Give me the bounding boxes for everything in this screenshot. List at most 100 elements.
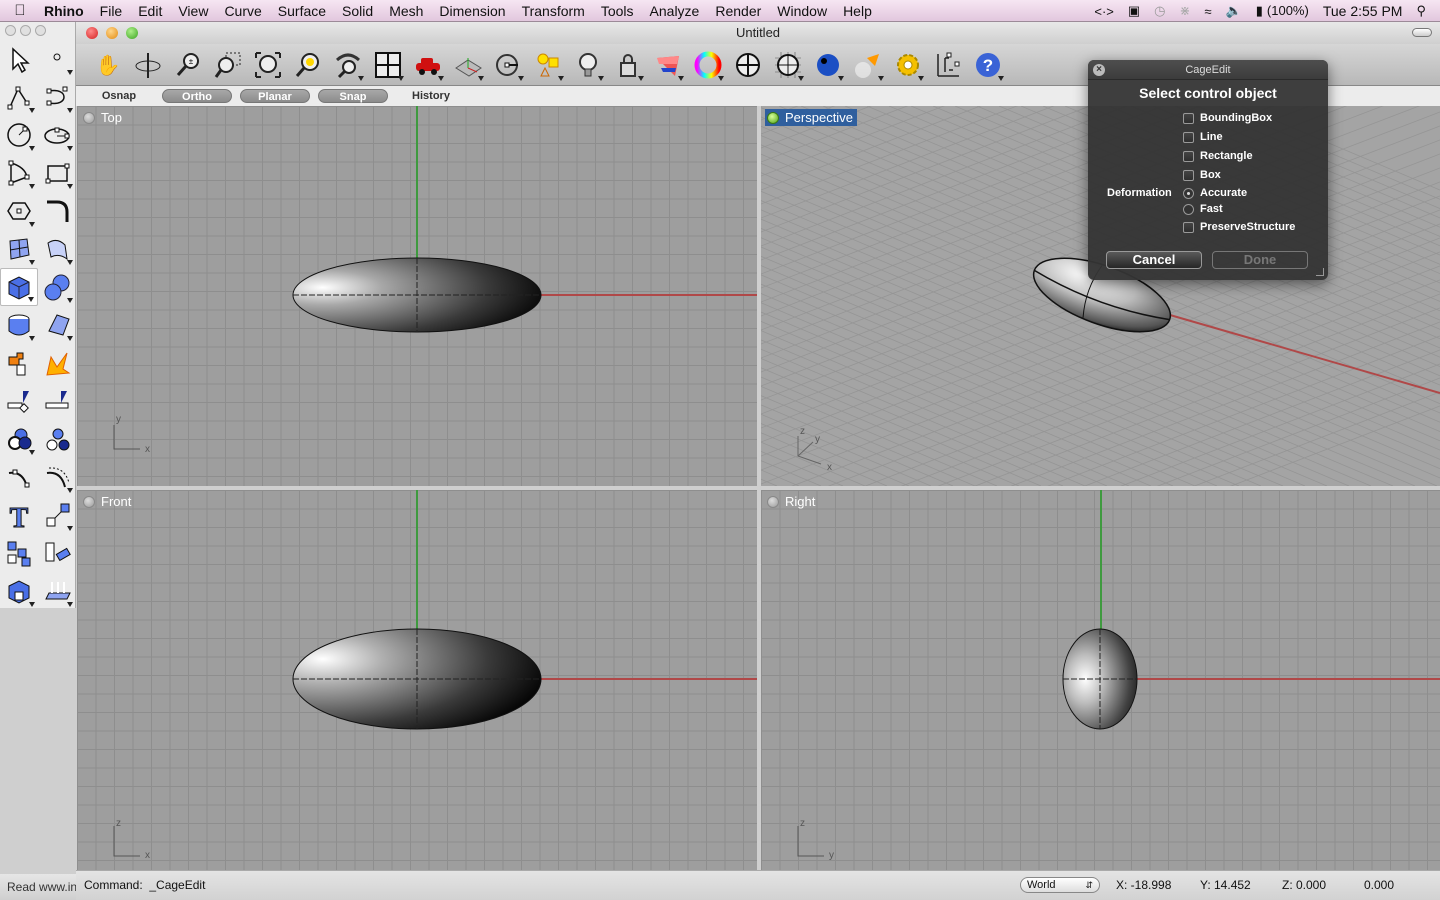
dialog-close-button[interactable]: × [1093,64,1105,76]
time-machine-icon[interactable]: ◷ [1154,3,1165,19]
option-rectangle[interactable]: Rectangle [1183,150,1253,162]
dropdown-arrow-icon[interactable] [598,75,604,81]
bluetooth-icon[interactable]: ⋇ [1180,3,1191,19]
boolean-union-tool[interactable] [0,420,38,458]
snap-toggle[interactable]: Snap [318,89,388,103]
dropdown-arrow-icon[interactable] [558,75,564,81]
gear-settings-button[interactable] [888,47,928,83]
select-tool[interactable] [0,40,38,78]
light-button[interactable] [568,47,608,83]
option-box[interactable]: Box [1183,169,1221,181]
cylinder-tool[interactable] [0,306,38,344]
pan-button[interactable]: ✋ [88,47,128,83]
join-tool[interactable] [0,344,38,382]
done-button[interactable]: Done [1212,251,1308,269]
radio-button[interactable] [1183,187,1194,199]
menu-mesh[interactable]: Mesh [381,3,431,19]
dropdown-arrow-icon[interactable] [67,184,73,189]
dropdown-arrow-icon[interactable] [438,75,444,81]
viewport-top[interactable]: y x Top [77,106,757,486]
clock[interactable]: Tue 2:55 PM [1323,3,1403,19]
text-tool[interactable]: T [0,496,38,534]
menu-render[interactable]: Render [707,3,769,19]
checkbox[interactable] [1183,169,1194,181]
checkbox[interactable] [1183,112,1194,124]
checkbox[interactable] [1183,221,1194,233]
osnap-toggle[interactable]: Osnap [84,90,154,102]
dropdown-arrow-icon[interactable] [67,488,73,493]
option-boundingbox[interactable]: BoundingBox [1183,112,1272,124]
dropdown-arrow-icon[interactable] [29,222,35,227]
dropdown-arrow-icon[interactable] [29,184,35,189]
menu-help[interactable]: Help [835,3,880,19]
apple-menu-icon[interactable]:  [0,2,40,19]
wifi-icon[interactable]: ≈ [1204,4,1211,19]
dropdown-arrow-icon[interactable] [67,336,73,341]
menu-analyze[interactable]: Analyze [642,3,708,19]
display-icon[interactable]: ▣ [1128,3,1140,19]
zoom-window-button[interactable] [208,47,248,83]
cplane-button[interactable] [448,47,488,83]
menu-curve[interactable]: Curve [216,3,269,19]
shapes-button[interactable] [528,47,568,83]
radio-button[interactable] [1183,203,1194,215]
window-close-button[interactable] [86,27,98,39]
explode-tool[interactable] [38,344,76,382]
wireframe-sphere-button[interactable] [728,47,768,83]
osnap-button[interactable] [488,47,528,83]
radio-fast[interactable]: Fast [1183,203,1223,215]
menu-file[interactable]: File [92,3,131,19]
zoom-selected-button[interactable] [288,47,328,83]
rotate-view-button[interactable] [128,47,168,83]
rectangle-tool[interactable] [38,154,76,192]
palette-zoom-button[interactable] [35,25,46,36]
extrude-tool[interactable] [38,572,76,610]
menu-surface[interactable]: Surface [270,3,334,19]
grid-sphere-button[interactable] [768,47,808,83]
window-minimize-button[interactable] [106,27,118,39]
trim-tool[interactable] [0,382,38,420]
extend-curve-tool[interactable] [0,458,38,496]
circle-tool[interactable] [0,116,38,154]
palette-minimize-button[interactable] [20,25,31,36]
dimension-button[interactable] [928,47,968,83]
menu-transform[interactable]: Transform [514,3,593,19]
dropdown-arrow-icon[interactable] [358,75,364,81]
dropdown-arrow-icon[interactable] [29,146,35,151]
zoom-extents-button[interactable] [248,47,288,83]
history-toggle[interactable]: History [396,90,466,102]
dropdown-arrow-icon[interactable] [67,602,73,607]
option-preserve-structure[interactable]: PreserveStructure [1183,221,1295,233]
color-palette-button[interactable] [648,47,688,83]
menu-window[interactable]: Window [769,3,835,19]
dropdown-arrow-icon[interactable] [29,108,35,113]
viewport-label-perspective[interactable]: Perspective [765,109,857,126]
group-tool[interactable] [38,420,76,458]
dropdown-arrow-icon[interactable] [67,526,73,531]
sphere-tool[interactable] [38,268,76,306]
dropdown-arrow-icon[interactable] [478,75,484,81]
ellipse-tool[interactable] [38,116,76,154]
script-icon[interactable]: <·> [1094,4,1114,19]
toolbar-toggle-button[interactable] [1412,28,1432,37]
menu-rhino[interactable]: Rhino [40,3,92,19]
viewport-label-top[interactable]: Top [81,109,126,126]
dropdown-arrow-icon[interactable] [67,298,73,303]
dropdown-arrow-icon[interactable] [918,75,924,81]
dropdown-arrow-icon[interactable] [398,75,404,81]
dropdown-arrow-icon[interactable] [29,336,35,341]
render-sphere-button[interactable] [808,47,848,83]
polyline-tool[interactable] [0,78,38,116]
ortho-toggle[interactable]: Ortho [162,89,232,103]
palette-close-button[interactable] [5,25,16,36]
rotate-tool[interactable] [38,534,76,572]
checkbox[interactable] [1183,131,1194,143]
curve-tool[interactable] [38,78,76,116]
spotlight-search-icon[interactable]: ⚲ [1416,3,1426,19]
lock-button[interactable] [608,47,648,83]
scale-tool[interactable] [38,496,76,534]
menu-edit[interactable]: Edit [130,3,170,19]
resize-grip[interactable] [1316,268,1324,276]
dropdown-arrow-icon[interactable] [638,75,644,81]
zoom-dynamic-button[interactable]: ± [168,47,208,83]
